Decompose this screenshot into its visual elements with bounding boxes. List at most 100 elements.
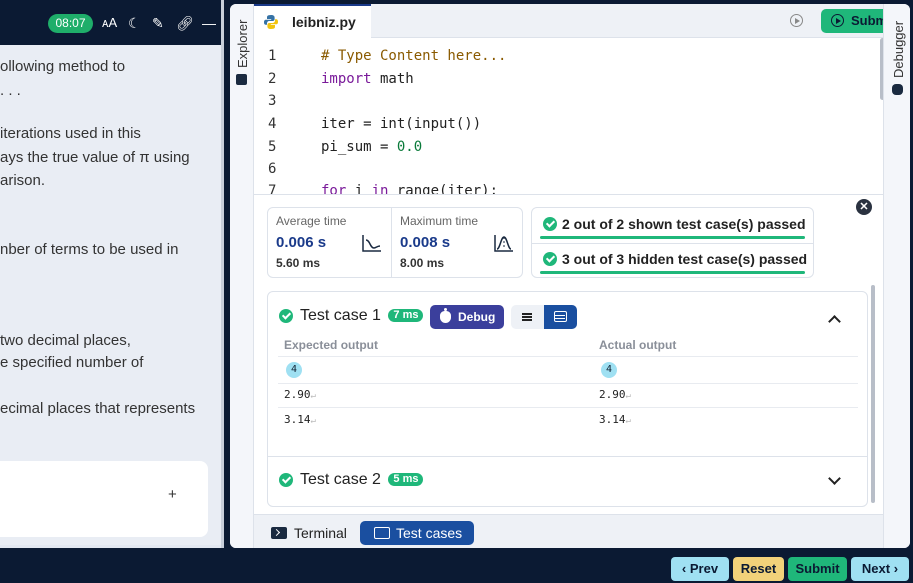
font-size-icon[interactable]: ᴀA [102,13,117,33]
bug-icon [440,308,451,323]
maximum-chart-icon [494,235,513,252]
problem-text: . . . [0,82,21,99]
check-circle-icon [543,252,557,266]
debug-button[interactable]: Debug [430,305,504,329]
table-icon [554,311,567,322]
maximum-time-label: Maximum time [400,214,479,228]
files-icon[interactable] [236,74,247,85]
divider [278,356,858,357]
test-case-list: Test case 1 7 ms Debug Expected output A… [267,291,868,507]
submit-nav-label: Submit [795,561,840,576]
timing-stats: Average time 0.006 s 5.60 ms Maximum tim… [267,207,523,278]
maximum-time-ms: 8.00 ms [400,256,445,270]
results-panel: ✕ Average time 0.006 s 5.60 ms Maximum t… [254,194,883,514]
edit-icon[interactable]: ✎ [152,13,164,33]
actual-output-header: Actual output [599,338,677,352]
problem-text: iterations used in this [0,125,141,142]
tab-terminal[interactable]: Terminal [271,521,355,545]
actual-value-row: 2.90↵ [599,388,631,401]
shown-progress-bar [540,236,805,239]
code-line: iter = int(input()) [321,116,482,132]
editor-container: Explorer leibniz.py Submit 1 2 3 4 5 6 7… [230,4,910,548]
maximum-time-value: 0.008 s [400,234,451,251]
table-view-button[interactable] [544,305,577,329]
expected-value: 3.14 [284,413,311,426]
link-icon[interactable]: 🔗︎ [176,13,194,33]
time-badge: 7 ms [388,309,424,323]
file-tab[interactable]: leibniz.py [254,4,371,38]
next-button[interactable]: Next › [851,557,909,581]
problem-panel: 08:07 ᴀA ☾ ✎ 🔗︎ — ollowing method to . .… [0,0,224,548]
shown-passed-text: 2 out of 2 shown test case(s) passed [562,216,806,232]
prev-button[interactable]: ‹ Prev [671,557,729,581]
hidden-progress-bar [540,271,805,274]
line-number: 7 [268,183,277,194]
code-editor[interactable]: 1 2 3 4 5 6 7 # Type Content here... imp… [254,38,883,194]
editor-tabbar: leibniz.py Submit [254,4,901,38]
list-view-button[interactable] [511,305,544,329]
close-icon[interactable]: ✕ [856,199,872,215]
actual-value-row: 3.14↵ [599,413,631,426]
line-number: 2 [268,71,277,87]
expected-value: 4 [286,362,302,378]
hidden-passed: 3 out of 3 hidden test case(s) passed [543,250,807,268]
average-time-label: Average time [276,214,347,228]
code-line: # Type Content here... [321,48,507,64]
scrollbar[interactable] [221,0,224,548]
problem-text: nber of terms to be used in [0,241,179,258]
test-case-2-header[interactable]: Test case 2 5 ms [279,470,424,490]
terminal-icon [271,527,287,539]
tab-terminal-label: Terminal [294,525,347,541]
file-name: leibniz.py [292,14,356,30]
chevron-up-icon[interactable] [828,315,841,328]
reset-label: Reset [740,561,777,576]
results-scrollbar[interactable] [871,285,875,503]
problem-text: e specified number of [0,354,144,371]
test-case-1-title: Test case 1 [300,307,381,324]
reset-button[interactable]: Reset [733,557,784,581]
line-number: 4 [268,116,277,132]
debugger-label[interactable]: Debugger [891,21,906,78]
line-number: 1 [268,48,277,64]
divider [268,456,867,457]
expected-value-row: 3.14↵ [284,413,316,426]
code-line: for i in range(iter): [321,183,499,194]
timer-badge: 08:07 [48,14,93,33]
explorer-rail[interactable]: Explorer [230,4,254,548]
tab-test-cases[interactable]: Test cases [360,521,474,545]
line-number: 5 [268,139,277,155]
average-time-value: 0.006 s [276,234,327,251]
actual-value: 3.14 [599,413,626,426]
average-chart-icon [362,235,381,252]
actual-value: 2.90 [599,388,626,401]
moon-icon[interactable]: ☾ [128,13,141,33]
bug-icon[interactable] [892,84,903,95]
problem-text: ays the true value of π using [0,149,190,166]
debug-label: Debug [458,310,496,324]
problem-text: two decimal places, [0,332,131,349]
debugger-rail[interactable]: Debugger [883,4,910,548]
python-icon [264,15,278,29]
expected-value-row: 2.90↵ [284,388,316,401]
divider [391,208,392,277]
submit-nav-button[interactable]: Submit [788,557,847,581]
actual-value: 4 [601,362,617,378]
divider [278,407,858,408]
expand-button[interactable]: + [168,486,177,503]
explorer-label[interactable]: Explorer [235,20,250,68]
check-circle-icon [279,309,293,323]
test-case-1-header[interactable]: Test case 1 7 ms [279,306,424,326]
problem-text: ollowing method to [0,58,126,75]
average-time-ms: 5.60 ms [276,256,321,270]
play-icon [831,14,844,27]
run-icon[interactable] [790,14,803,27]
chevron-down-icon[interactable] [828,472,841,485]
table-icon [374,527,390,539]
divider [532,243,813,244]
divider [278,383,858,384]
tab-test-cases-label: Test cases [396,525,463,541]
code-line: pi_sum = 0.0 [321,139,423,155]
expected-value: 2.90 [284,388,311,401]
minimize-icon[interactable]: — [202,13,216,33]
bottom-tabbar: Terminal Test cases [254,514,883,548]
